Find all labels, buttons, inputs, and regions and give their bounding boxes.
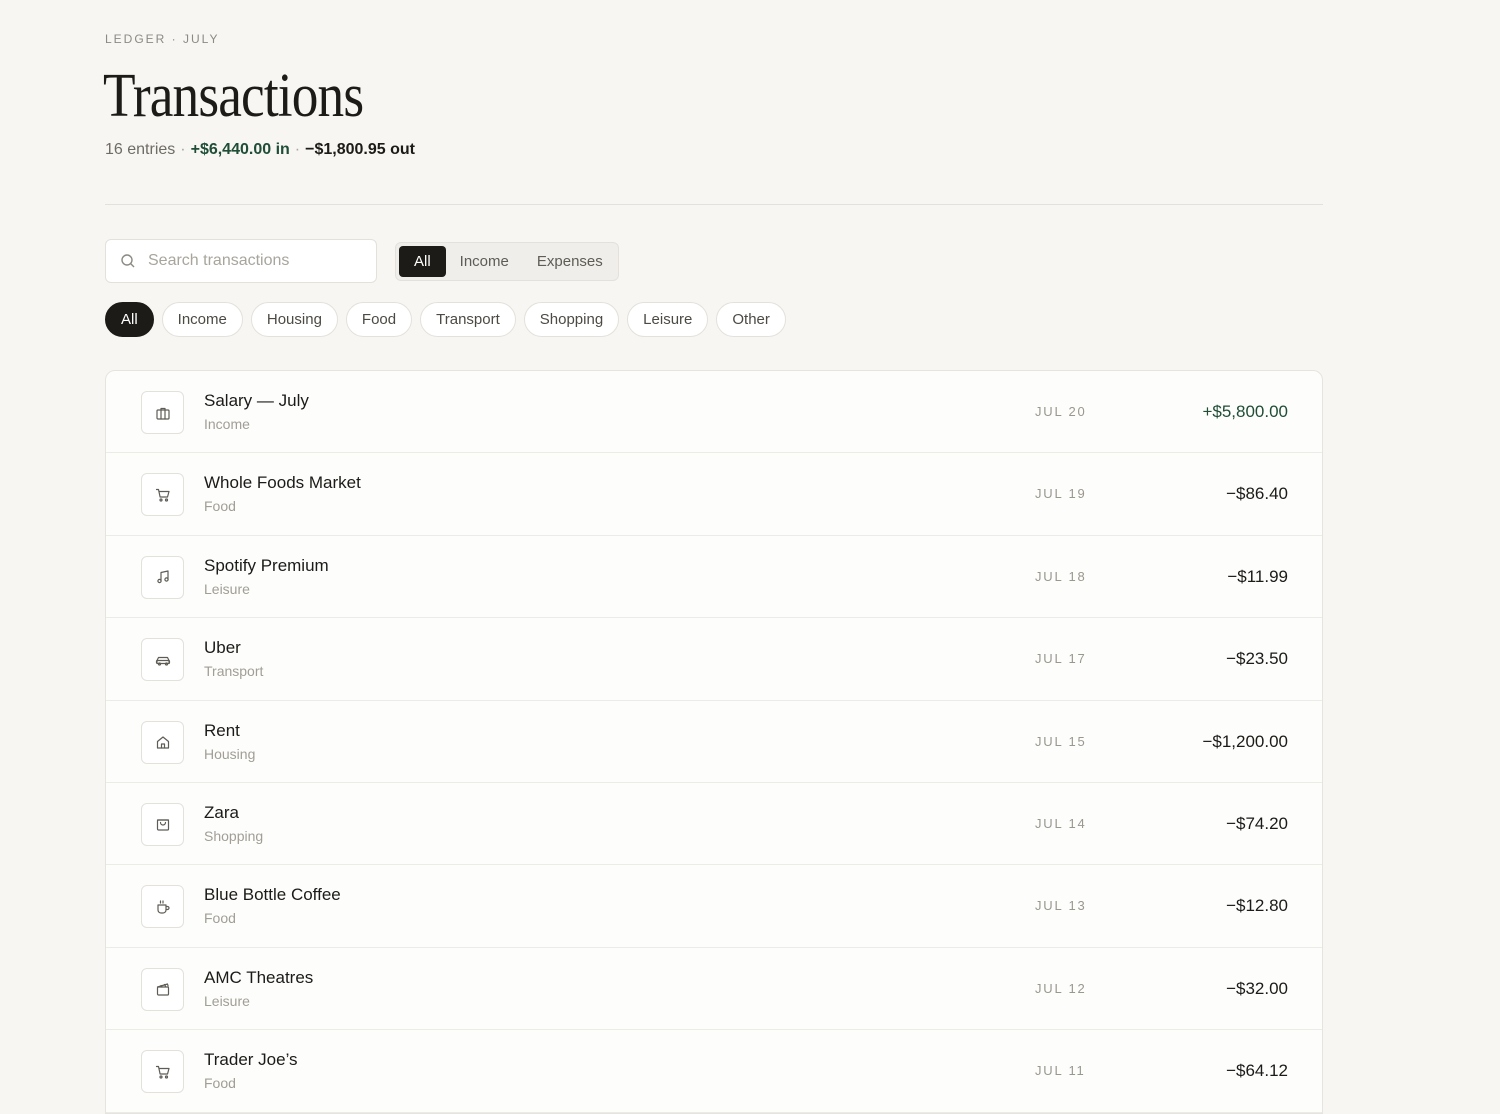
transaction-amount: −$11.99 xyxy=(1227,566,1288,586)
search-input[interactable] xyxy=(148,252,358,270)
transaction-date: JUL 11 xyxy=(1035,1063,1086,1079)
cart-icon xyxy=(141,473,184,517)
page-title: Transactions xyxy=(103,62,364,130)
music-icon xyxy=(141,555,184,599)
search-box[interactable] xyxy=(105,239,377,283)
summary-separator: · xyxy=(294,141,301,158)
coffee-icon xyxy=(141,885,184,929)
transaction-name: Whole Foods Market xyxy=(204,473,361,493)
transaction-date: JUL 19 xyxy=(1035,486,1087,502)
transaction-category: Food xyxy=(204,910,236,927)
transaction-amount: +$5,800.00 xyxy=(1202,402,1288,421)
transaction-date: JUL 18 xyxy=(1035,568,1087,584)
transaction-amount: −$32.00 xyxy=(1226,978,1288,998)
transaction-row[interactable]: Blue Bottle Coffee Food JUL 13 −$12.80 xyxy=(106,865,1322,948)
transaction-amount: −$1,200.00 xyxy=(1202,731,1288,751)
transaction-amount: −$12.80 xyxy=(1226,896,1288,916)
transaction-category: Food xyxy=(204,1075,236,1092)
transaction-row[interactable]: Spotify Premium Leisure JUL 18 −$11.99 xyxy=(106,536,1322,619)
transaction-list: Salary — July Income JUL 20 +$5,800.00 Whole… xyxy=(105,370,1323,1114)
transaction-row[interactable]: Whole Foods Market Food JUL 19 −$86.40 xyxy=(106,453,1322,536)
briefcase-icon xyxy=(141,391,184,434)
search-icon xyxy=(121,254,135,268)
transaction-date: JUL 15 xyxy=(1035,733,1087,749)
transaction-row[interactable]: Salary — July Income JUL 20 +$5,800.00 xyxy=(106,371,1322,454)
transaction-name: Rent xyxy=(204,720,240,740)
entries-count: 16 entries xyxy=(105,141,176,158)
transaction-amount: −$23.50 xyxy=(1226,649,1288,669)
clapperboard-icon xyxy=(141,967,184,1011)
type-filter: All Income Expenses xyxy=(395,242,619,281)
transaction-row[interactable]: Zara Shopping JUL 14 −$74.20 xyxy=(106,783,1322,866)
transaction-category: Housing xyxy=(204,745,256,762)
header-divider xyxy=(105,204,1323,205)
category-chip-income[interactable]: Income xyxy=(161,302,243,337)
category-filter: All Income Housing Food Transport Shopping Lei… xyxy=(105,302,786,337)
category-chip-leisure[interactable]: Leisure xyxy=(627,302,709,337)
transaction-category: Shopping xyxy=(204,827,264,844)
page-eyebrow: LEDGER · JULY xyxy=(105,32,220,46)
transaction-name: Salary — July xyxy=(204,391,309,410)
transaction-category: Leisure xyxy=(204,580,250,597)
transaction-date: JUL 20 xyxy=(1035,404,1087,419)
transaction-category: Food xyxy=(204,498,236,515)
transaction-date: JUL 14 xyxy=(1035,815,1087,831)
car-icon xyxy=(141,638,184,682)
transaction-name: Trader Joe’s xyxy=(204,1050,298,1070)
home-icon xyxy=(141,720,184,764)
transaction-date: JUL 17 xyxy=(1035,651,1087,667)
category-chip-housing[interactable]: Housing xyxy=(250,302,338,337)
transaction-name: Uber xyxy=(204,638,241,658)
cart-icon xyxy=(141,1050,184,1094)
transaction-amount: −$64.12 xyxy=(1226,1061,1288,1081)
transaction-row[interactable]: AMC Theatres Leisure JUL 12 −$32.00 xyxy=(106,948,1322,1031)
expense-total: −$1,800.95 out xyxy=(305,141,415,158)
transaction-row[interactable]: Trader Joe’s Food JUL 11 −$64.12 xyxy=(106,1030,1322,1113)
transaction-category: Leisure xyxy=(204,992,250,1009)
transaction-category: Transport xyxy=(204,663,264,680)
transaction-date: JUL 13 xyxy=(1035,898,1087,914)
category-chip-other[interactable]: Other xyxy=(716,302,786,337)
transaction-name: AMC Theatres xyxy=(204,967,314,987)
category-chip-food[interactable]: Food xyxy=(345,302,413,337)
type-filter-income[interactable]: Income xyxy=(446,246,523,277)
transaction-name: Blue Bottle Coffee xyxy=(204,885,341,905)
type-filter-all[interactable]: All xyxy=(399,246,446,277)
category-chip-all[interactable]: All xyxy=(105,302,154,337)
summary-line: 16 entries · +$6,440.00 in · −$1,800.95 out xyxy=(105,141,415,159)
transaction-row[interactable]: Uber Transport JUL 17 −$23.50 xyxy=(106,618,1322,701)
category-chip-transport[interactable]: Transport xyxy=(420,302,516,337)
type-filter-expenses[interactable]: Expenses xyxy=(523,246,617,277)
transaction-amount: −$86.40 xyxy=(1226,484,1288,504)
summary-separator: · xyxy=(180,141,186,158)
transaction-name: Spotify Premium xyxy=(204,555,329,575)
category-chip-shopping[interactable]: Shopping xyxy=(523,302,620,337)
transaction-date: JUL 12 xyxy=(1035,980,1087,996)
transaction-name: Zara xyxy=(204,802,239,822)
transaction-row[interactable]: Rent Housing JUL 15 −$1,200.00 xyxy=(106,701,1322,783)
shopping-bag-icon xyxy=(141,802,184,846)
transaction-amount: −$74.20 xyxy=(1226,813,1288,833)
income-total: +$6,440.00 in xyxy=(190,141,290,158)
transaction-category: Income xyxy=(204,416,250,432)
